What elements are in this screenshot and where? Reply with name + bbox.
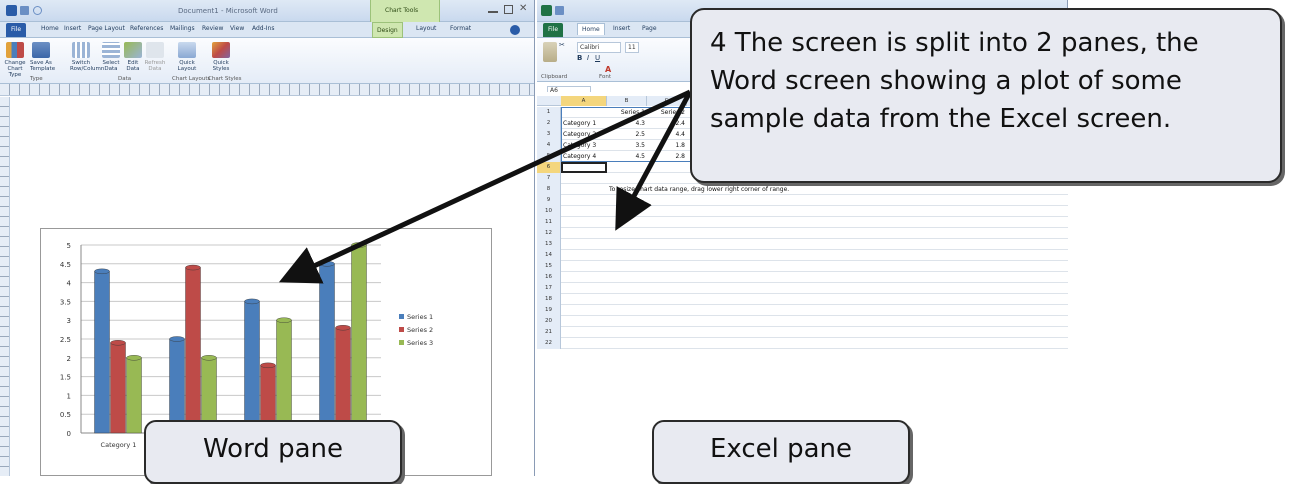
word-pane-callout: Word pane — [144, 420, 402, 484]
main-callout: 4 The screen is split into 2 panes, the … — [690, 8, 1282, 183]
excel-pane-callout: Excel pane — [652, 420, 910, 484]
arrow-to-excel-data — [615, 90, 693, 231]
excel-pane-label: Excel pane — [709, 434, 853, 464]
main-callout-text: 4 The screen is split into 2 panes, the … — [710, 28, 1199, 134]
arrow-to-word-chart — [278, 89, 692, 284]
word-pane-label: Word pane — [202, 434, 343, 464]
